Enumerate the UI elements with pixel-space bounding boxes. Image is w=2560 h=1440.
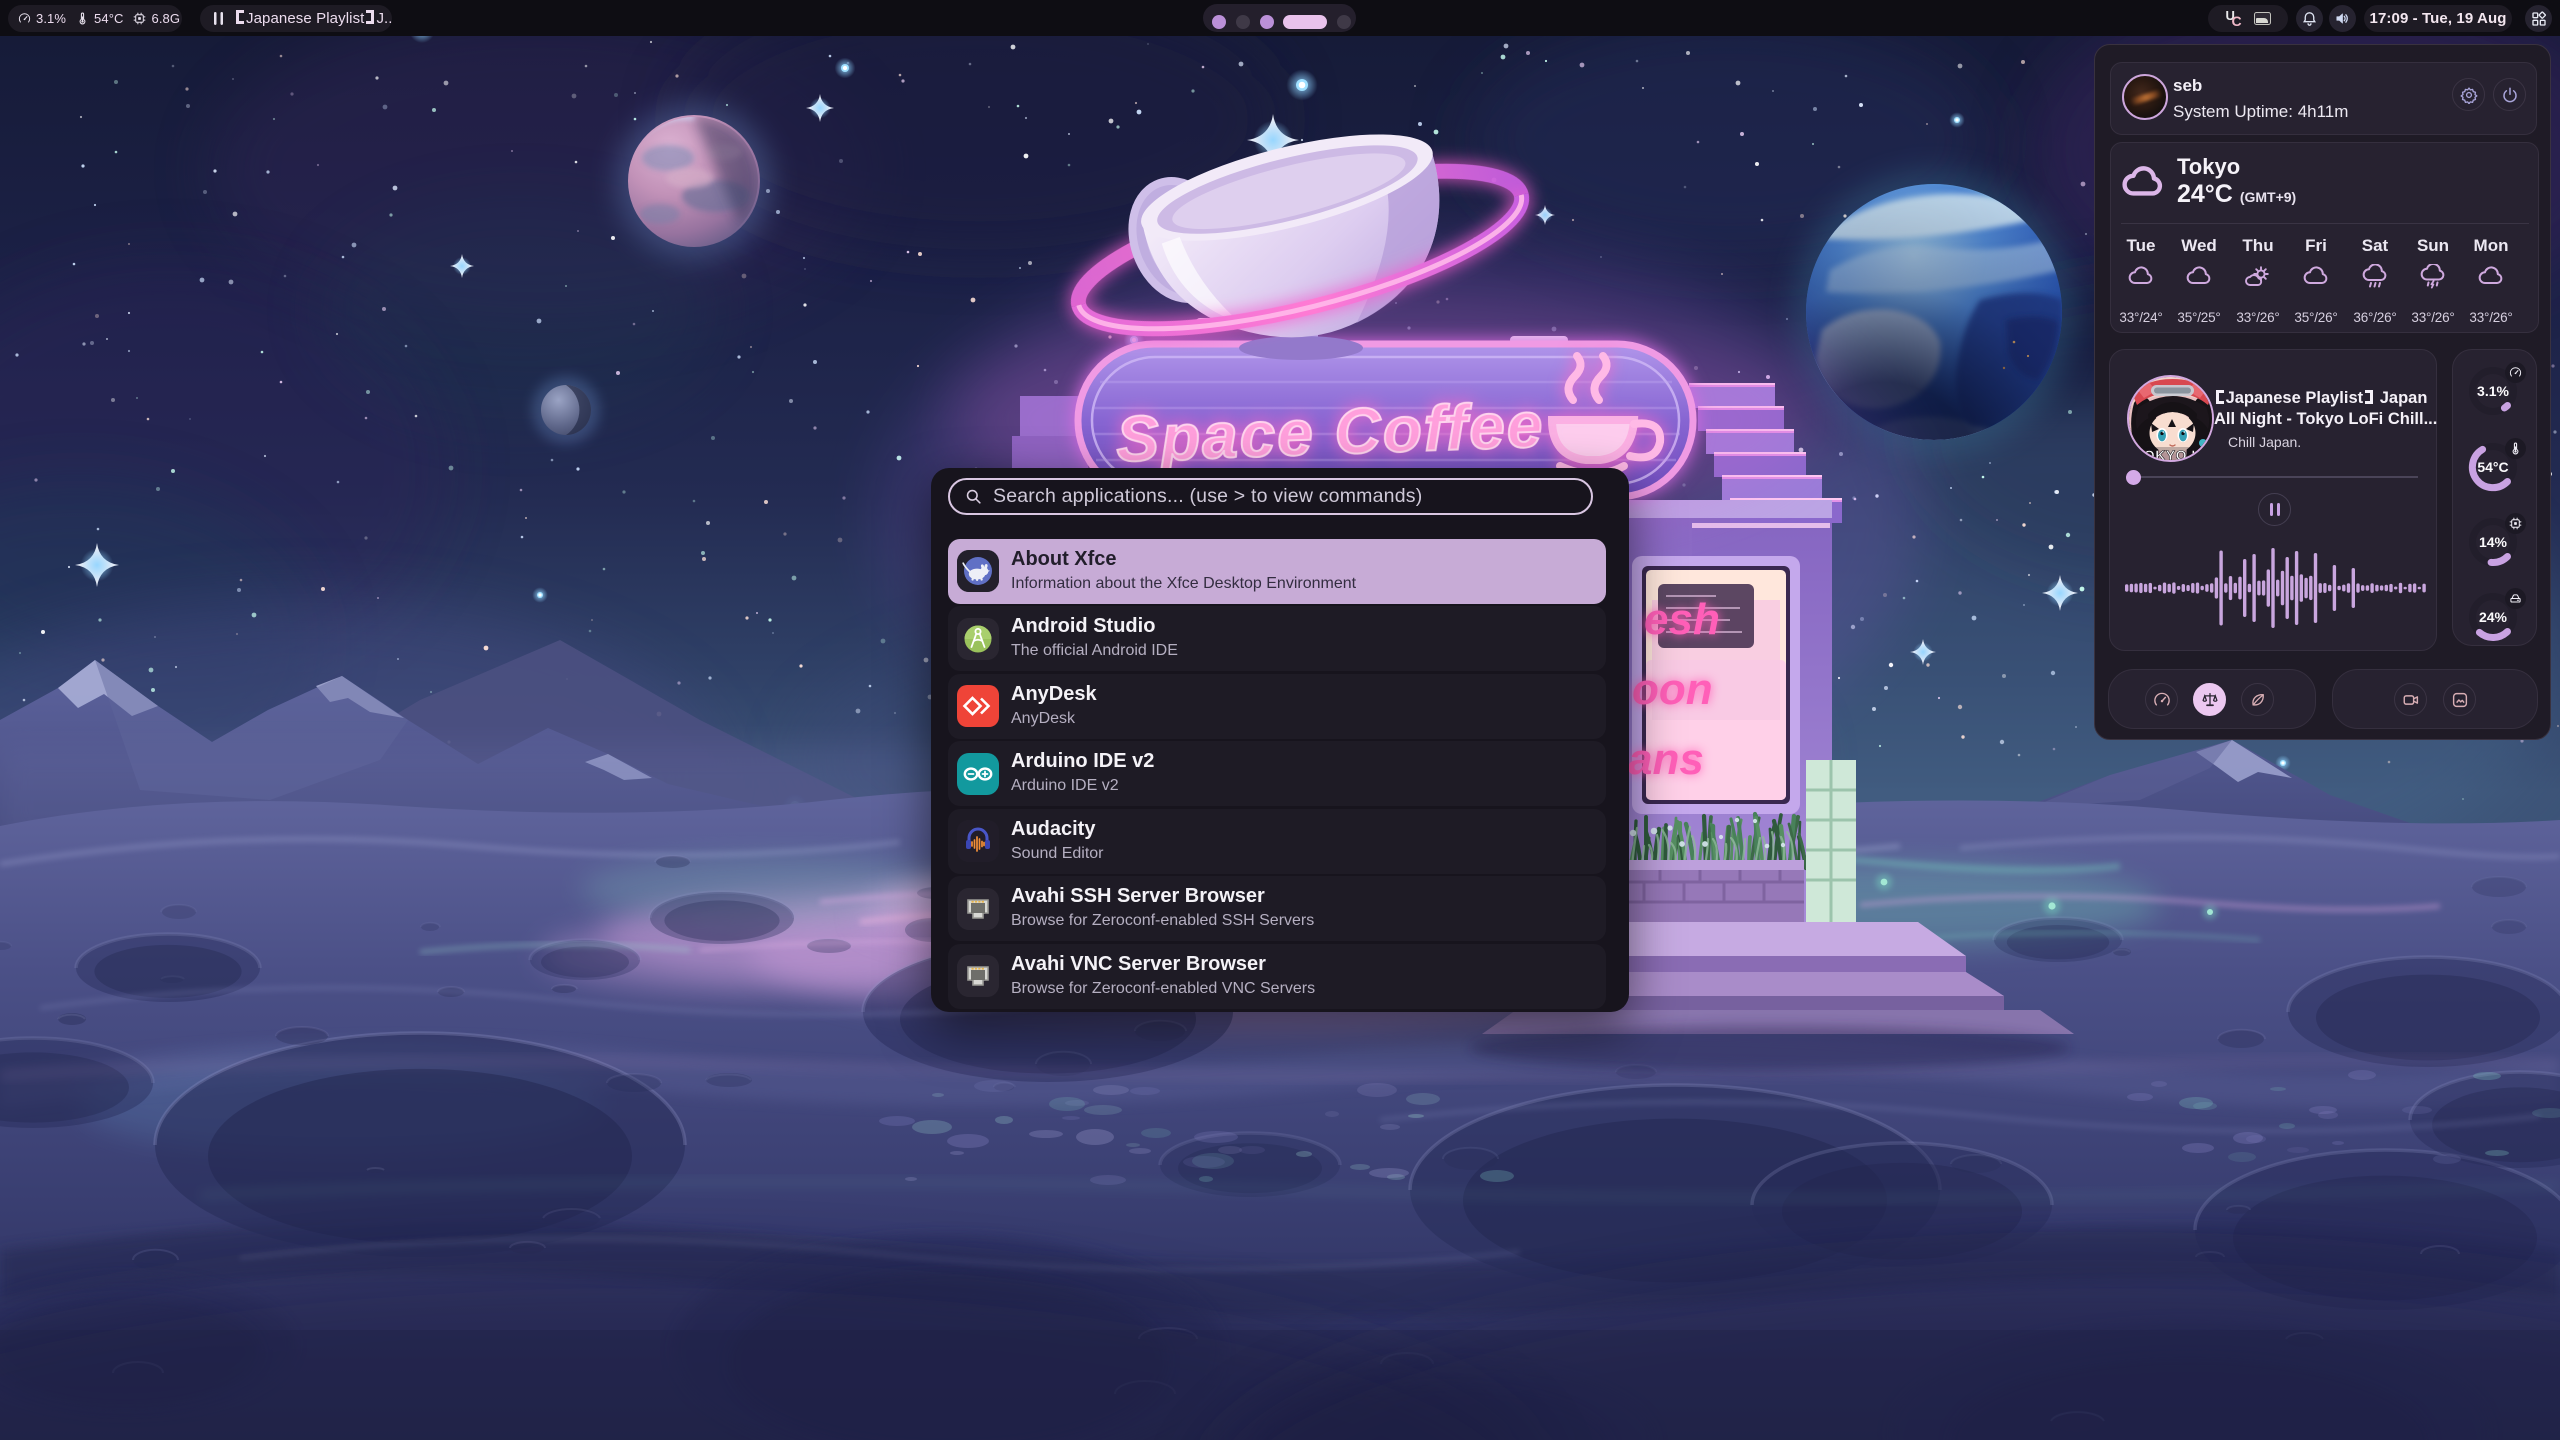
svg-text:oon: oon <box>1632 665 1713 714</box>
svg-text:esh: esh <box>1644 595 1720 644</box>
svg-text:Space Coffee: Space Coffee <box>1115 389 1546 476</box>
svg-text:ans: ans <box>1628 735 1704 784</box>
